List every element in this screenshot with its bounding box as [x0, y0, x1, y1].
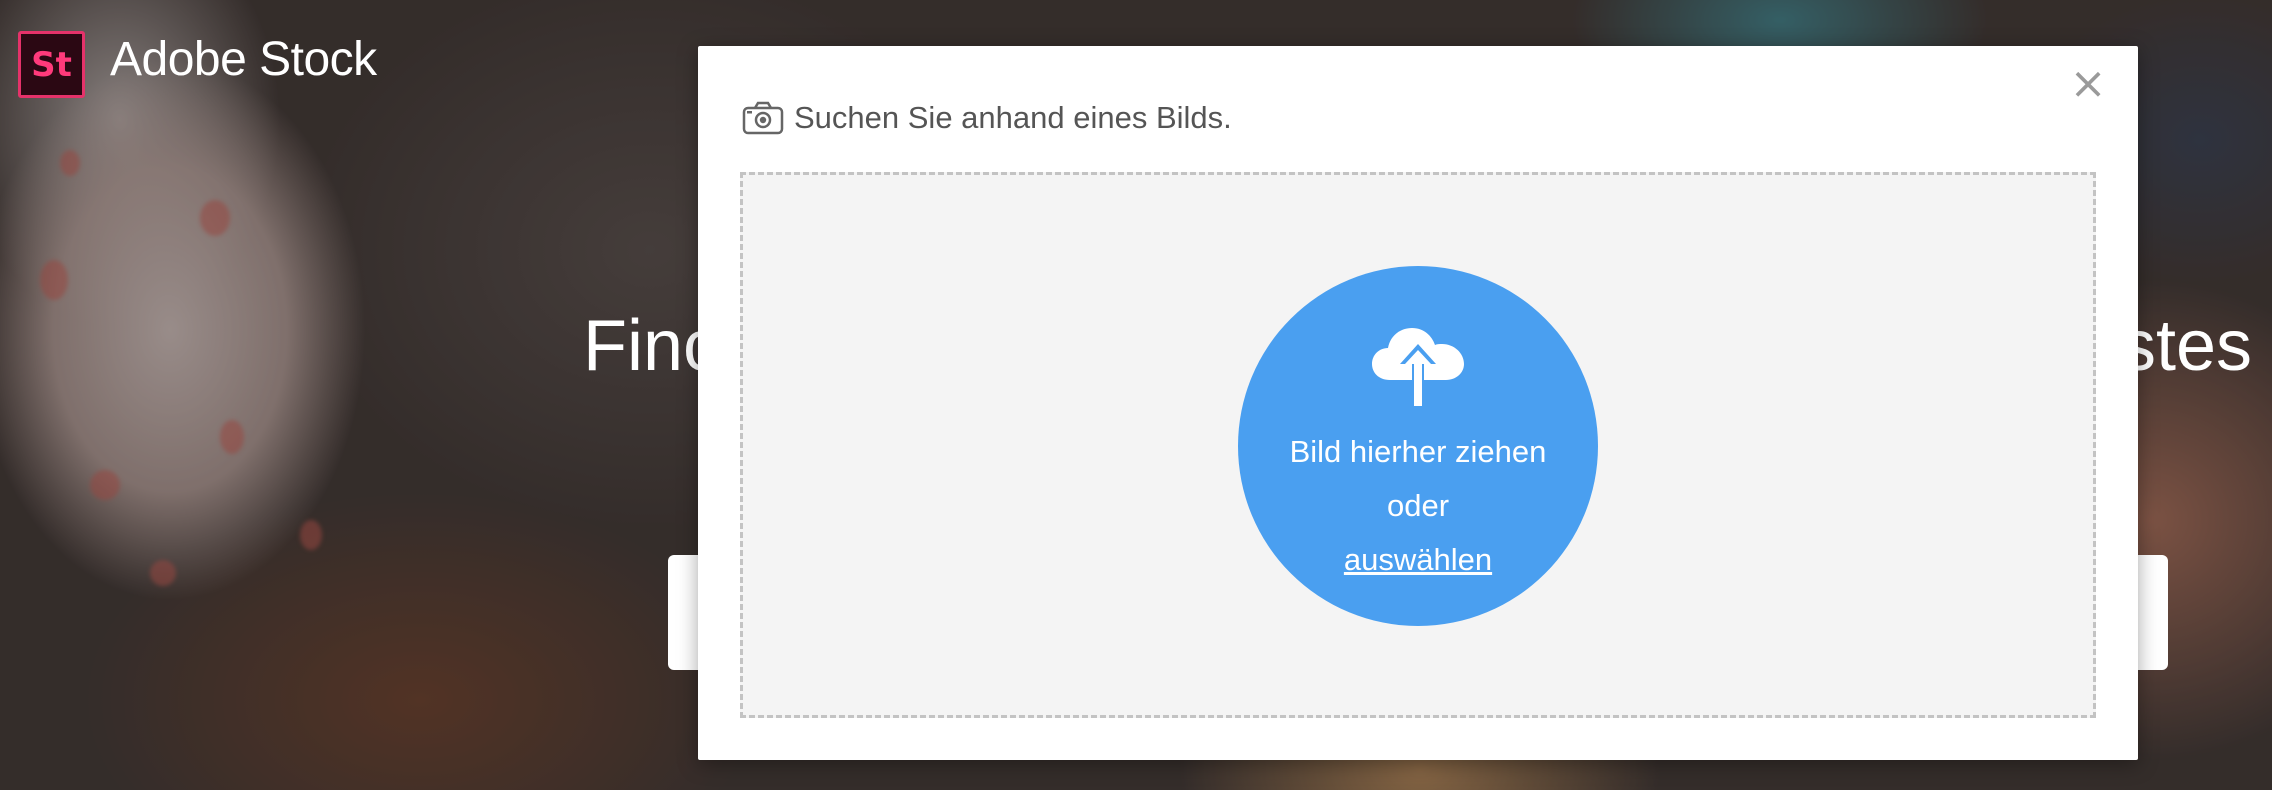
upload-button-circle[interactable]: Bild hierher ziehen oder auswählen [1238, 266, 1598, 626]
cloud-upload-icon [1370, 318, 1466, 413]
adobe-stock-logo[interactable]: St [18, 31, 85, 98]
close-icon[interactable]: × [2068, 62, 2108, 106]
modal-header: Suchen Sie anhand eines Bilds. [742, 100, 1232, 136]
choose-file-link[interactable]: auswählen [1238, 542, 1598, 578]
brand-name[interactable]: Adobe Stock [110, 32, 377, 87]
or-separator: oder [1386, 488, 1450, 523]
logo-text: St [31, 44, 72, 85]
page: St Adobe Stock Finc stes × Suchen Sie an… [0, 0, 2272, 790]
drag-instruction: Bild hierher ziehen [1289, 434, 1547, 469]
modal-title: Suchen Sie anhand eines Bilds. [794, 100, 1232, 135]
hero-headline-right: stes [2119, 306, 2252, 386]
camera-icon [742, 101, 784, 135]
